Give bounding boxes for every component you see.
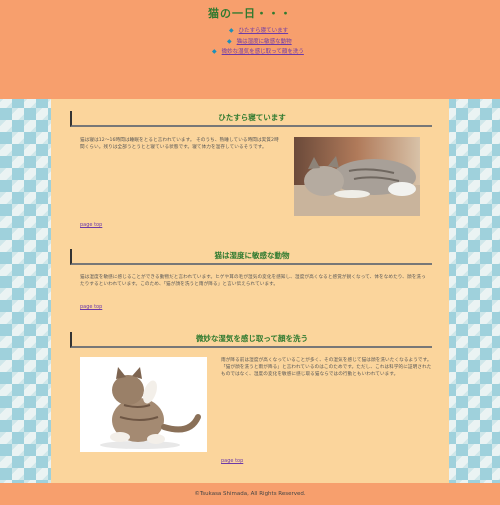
nav-item-humidity[interactable]: ◆ 猫は湿度に敏感な動物 bbox=[227, 37, 292, 45]
site-footer: ©Tsukasa Shimada, All Rights Reserved. bbox=[0, 483, 500, 505]
section-text-sleeping: 猫は寝は12～16時間は睡眠をとると言われています。 そのうち、熟睡している時間… bbox=[80, 138, 279, 150]
nav-item-sleeping[interactable]: ◆ ひたすら寝ています bbox=[229, 26, 288, 34]
nav-link-label[interactable]: 微妙な湿気を感じ取って顔を洗う bbox=[222, 49, 304, 55]
nav-item-face-washing[interactable]: ◆ 微妙な湿気を感じ取って顔を洗う bbox=[212, 47, 304, 55]
section-heading-sleeping: ひたすら寝ています bbox=[70, 111, 432, 127]
page-top-link[interactable]: page top bbox=[221, 458, 243, 464]
nav-link-label[interactable]: 猫は湿度に敏感な動物 bbox=[237, 39, 292, 45]
section-heading-face-washing: 微妙な湿気を感じ取って顔を洗う bbox=[70, 332, 432, 348]
page-top-link[interactable]: page top bbox=[80, 222, 102, 228]
page-top-link[interactable]: page top bbox=[80, 304, 102, 310]
copyright-text: ©Tsukasa Shimada, All Rights Reserved. bbox=[194, 491, 306, 497]
washing-cat-photo bbox=[80, 357, 207, 452]
bullet-icon: ◆ bbox=[229, 27, 234, 34]
section-heading-humidity: 猫は湿度に敏感な動物 bbox=[70, 249, 432, 265]
sleeping-cat-photo bbox=[294, 137, 420, 216]
bullet-icon: ◆ bbox=[227, 38, 232, 45]
section-text-face-washing: 雨が降る前は湿度が高くなっていることが多く、その湿気を感じて猫は顔を洗いたくなる… bbox=[221, 358, 432, 377]
nav-link-label[interactable]: ひたすら寝ています bbox=[239, 28, 289, 34]
main-content: ひたすら寝ています 猫は寝は12～16時間は睡眠をとると言われています。 そのう… bbox=[51, 99, 449, 483]
bullet-icon: ◆ bbox=[212, 48, 217, 55]
section-text-humidity: 猫は湿度を敏感に感じることができる動物だと言われています。ヒゲや耳の毛が湿気の変… bbox=[80, 275, 426, 287]
site-header: 猫の一日・・・ ◆ ひたすら寝ています ◆ 猫は湿度に敏感な動物 ◆ 微妙な湿気を感じ… bbox=[0, 0, 500, 99]
site-title: 猫の一日・・・ bbox=[208, 7, 292, 20]
